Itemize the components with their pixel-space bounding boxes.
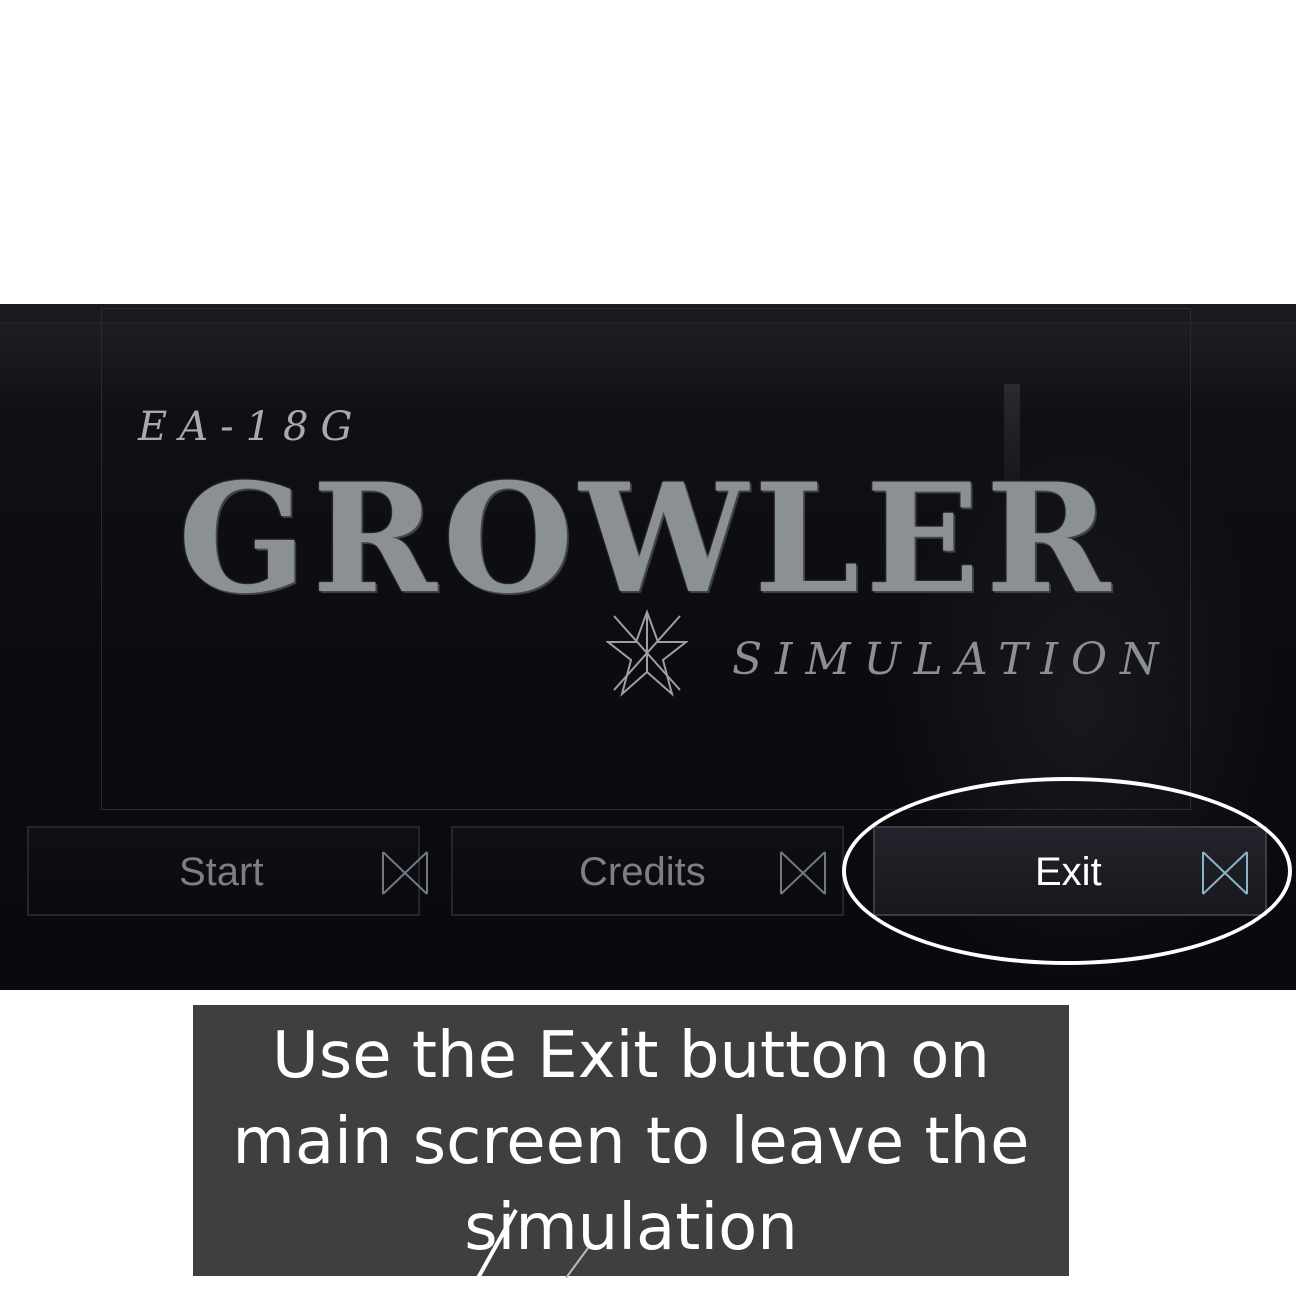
- credits-button-label: Credits: [579, 850, 706, 894]
- star-emblem-icon: [606, 609, 688, 697]
- game-main-menu-screenshot: EA-18G GROWLER SIMULATION Start Credits …: [0, 304, 1296, 990]
- logo-subtitle: SIMULATION: [732, 634, 1172, 685]
- caption-box: Use the Exit button on main screen to le…: [193, 1005, 1069, 1276]
- tutorial-stage: EA-18G GROWLER SIMULATION Start Credits …: [0, 0, 1296, 1296]
- exit-button-label: Exit: [1035, 850, 1102, 894]
- exit-button[interactable]: Exit: [873, 826, 1267, 916]
- start-button[interactable]: Start: [27, 826, 428, 916]
- bowtie-icon: [780, 851, 826, 895]
- logo-title: GROWLER: [178, 451, 1117, 627]
- bowtie-icon: [1202, 851, 1248, 895]
- caption-text: Use the Exit button on main screen to le…: [232, 1019, 1030, 1265]
- credits-button[interactable]: Credits: [451, 826, 844, 916]
- start-button-label: Start: [179, 850, 264, 894]
- bowtie-icon: [382, 851, 428, 895]
- logo-model: EA-18G: [138, 404, 365, 450]
